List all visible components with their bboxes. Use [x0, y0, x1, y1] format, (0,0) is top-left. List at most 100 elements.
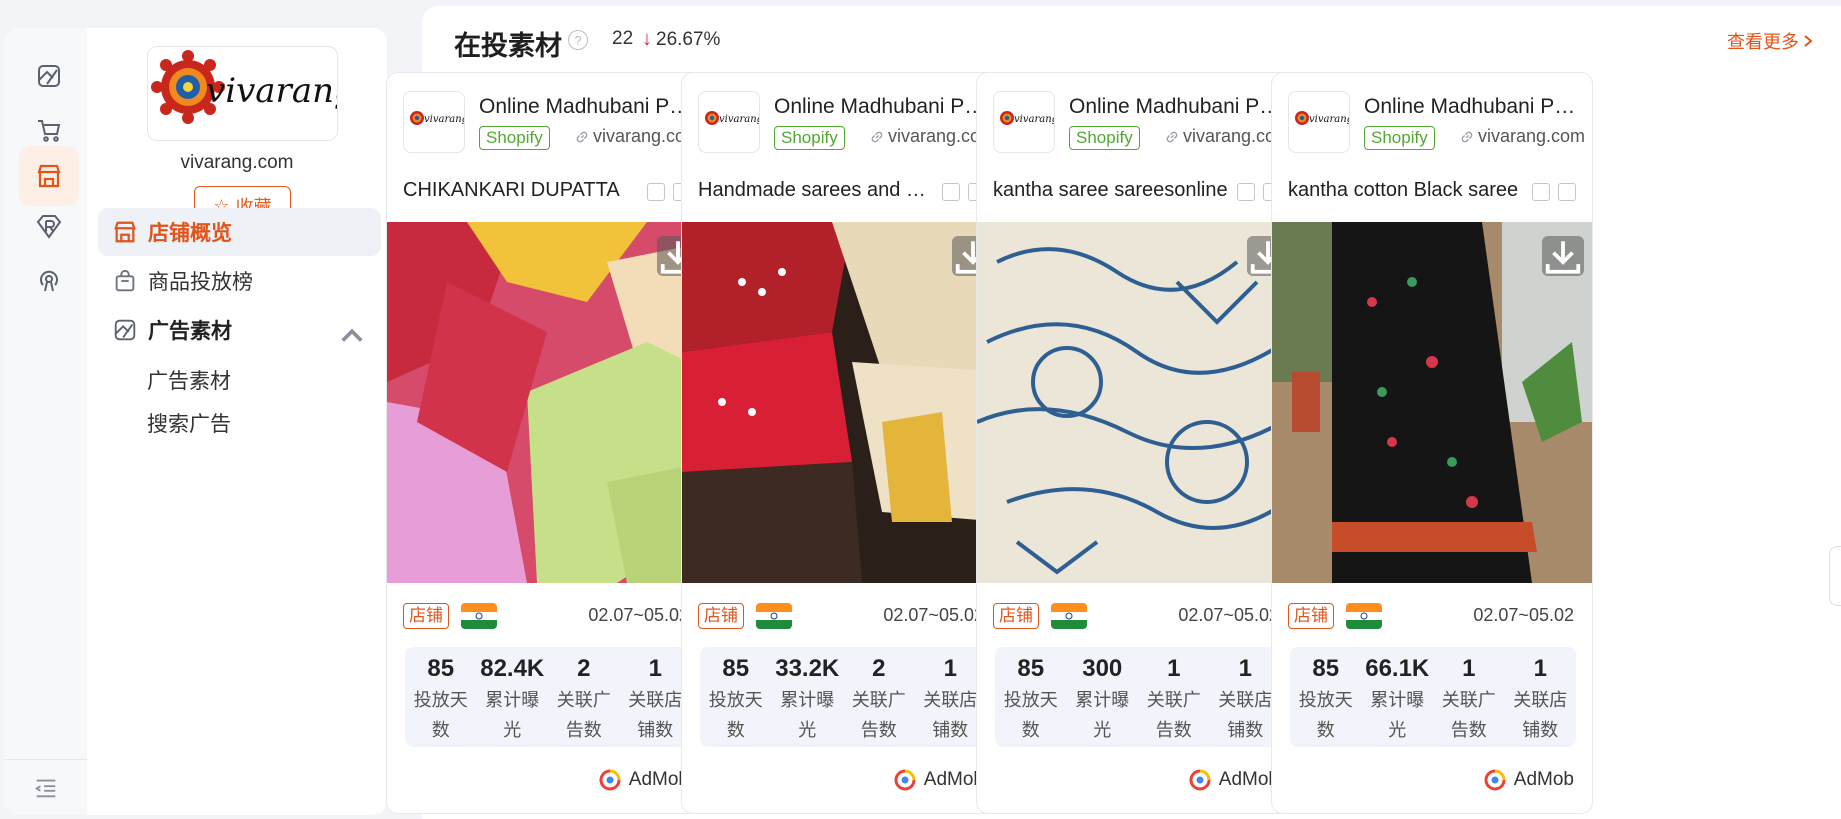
rail-ad-creative[interactable]	[19, 46, 79, 106]
stat-label: 关联店铺数	[923, 690, 978, 740]
creative-media[interactable]	[682, 222, 1002, 583]
creative-actions	[1532, 183, 1576, 201]
stat-label: 关联广告数	[1441, 690, 1496, 740]
shop-logo: vivarang	[403, 91, 465, 153]
shop-logo-image: vivarang	[1000, 111, 1055, 125]
date-range: 02.07~05.02	[1473, 605, 1574, 625]
shop-logo-image: vivarang	[1295, 111, 1349, 125]
stat-item: 33.2K 累计曝光	[772, 647, 844, 747]
nav-sub-search-ads[interactable]: 搜索广告	[147, 408, 231, 438]
stat-value: 2	[577, 655, 591, 682]
rail-brand[interactable]	[19, 196, 79, 256]
creative-title: Handmade sarees and more	[698, 179, 933, 201]
shop-name[interactable]: Online Madhubani Painting	[1364, 95, 1579, 119]
creative-card[interactable]: vivarang Online Madhubani Painting Shopi…	[386, 72, 708, 814]
nav-ad-creatives[interactable]: 广告素材	[98, 306, 381, 354]
stats-panel: 85 投放天数 82.4K 累计曝光 2 关联广告数 1 关联店铺数	[405, 647, 691, 747]
translate-icon[interactable]	[1558, 183, 1576, 201]
date-range: 02.07~05.02	[883, 605, 984, 625]
svg-text:vivarang: vivarang	[719, 114, 760, 125]
stat-item: 1 关联广告数	[1433, 647, 1505, 747]
stat-label: 投放天数	[1003, 690, 1058, 740]
india-flag-icon	[1051, 603, 1087, 629]
stat-value: 82.4K	[480, 655, 545, 682]
change-value: 26.67%	[656, 28, 721, 50]
stat-value: 66.1K	[1365, 655, 1430, 682]
stat-item: 85 投放天数	[1290, 647, 1362, 747]
brand-icon	[36, 215, 62, 239]
shop-logo-image: vivarang	[410, 111, 464, 125]
side-drawer-handle[interactable]	[1829, 546, 1841, 606]
stat-value: 300	[1082, 655, 1123, 682]
link-icon	[576, 131, 588, 142]
stat-label: 关联店铺数	[628, 690, 683, 740]
stat-item: 2 关联广告数	[548, 647, 620, 747]
collapse-icon	[34, 779, 55, 797]
platform-badge: Shopify	[1364, 126, 1435, 150]
shop-name[interactable]: Online Madhubani Painting	[1069, 95, 1284, 119]
section-title: 在投素材	[454, 31, 562, 61]
shop-name[interactable]: Online Madhubani Painting	[774, 95, 989, 119]
creative-media[interactable]	[1272, 222, 1592, 583]
ad-creative-icon	[38, 65, 60, 87]
download-icon	[1545, 240, 1581, 274]
svg-text:vivarang: vivarang	[1014, 114, 1055, 125]
store-icon	[37, 164, 61, 188]
nav-label: 广告素材	[148, 320, 232, 343]
help-icon[interactable]: ?	[568, 30, 588, 50]
date-range: 02.07~05.02	[1178, 605, 1279, 625]
shopping-bag-icon	[115, 269, 135, 292]
stat-label: 累计曝光	[1370, 690, 1425, 740]
stat-label: 投放天数	[413, 690, 468, 740]
rail-collapse[interactable]	[4, 759, 87, 815]
creative-media[interactable]	[387, 222, 707, 583]
ad-network-name: AdMob	[628, 769, 689, 790]
rail-broadcast[interactable]	[19, 250, 79, 310]
nav-label: 商品投放榜	[148, 271, 253, 294]
creative-title: CHIKANKARI DUPATTA	[403, 179, 620, 201]
type-tag: 店铺	[403, 603, 449, 629]
copy-icon[interactable]	[1237, 183, 1255, 201]
ad-network: AdMob	[1484, 769, 1574, 791]
link-icon	[1461, 131, 1473, 142]
chevron-right-icon	[1804, 35, 1813, 47]
nav-product-ranking[interactable]: 商品投放榜	[98, 257, 381, 305]
download-button[interactable]	[1542, 236, 1584, 276]
shop-name[interactable]: Online Madhubani Painting	[479, 95, 694, 119]
copy-icon[interactable]	[1532, 183, 1550, 201]
cart-icon	[38, 120, 61, 142]
stat-item: 1 关联店铺数	[1505, 647, 1577, 747]
shop-link[interactable]: vivarang.com	[1460, 126, 1585, 147]
shop-link-text: vivarang.com	[1477, 126, 1585, 146]
see-more-label: 查看更多	[1727, 32, 1799, 52]
store-logo: vivarang	[147, 46, 338, 141]
nav-sub-ad-creatives[interactable]: 广告素材	[147, 365, 231, 395]
stat-label: 关联广告数	[851, 690, 906, 740]
see-more-link[interactable]: 查看更多	[1727, 28, 1813, 54]
stat-value: 33.2K	[775, 655, 840, 682]
admob-icon	[1189, 769, 1211, 791]
copy-icon[interactable]	[647, 183, 665, 201]
admob-icon	[599, 769, 621, 791]
stat-value: 2	[872, 655, 886, 682]
shop-logo: vivarang	[1288, 91, 1350, 153]
arrow-down-icon: ↓	[642, 28, 652, 50]
shop-logo: vivarang	[698, 91, 760, 153]
copy-icon[interactable]	[942, 183, 960, 201]
nav-label: 店铺概览	[148, 222, 232, 245]
nav-store-overview[interactable]: 店铺概览	[98, 208, 381, 256]
creative-media[interactable]	[977, 222, 1297, 583]
creative-card[interactable]: vivarang Online Madhubani Painting Shopi…	[681, 72, 1003, 814]
creative-card[interactable]: vivarang Online Madhubani Painting Shopi…	[976, 72, 1298, 814]
stat-item: 66.1K 累计曝光	[1362, 647, 1434, 747]
stats-panel: 85 投放天数 300 累计曝光 1 关联广告数 1 关联店铺数	[995, 647, 1281, 747]
stat-value: 85	[1017, 655, 1045, 682]
stat-label: 关联广告数	[556, 690, 611, 740]
creative-card[interactable]: vivarang Online Madhubani Painting Shopi…	[1271, 72, 1593, 814]
stat-item: 300 累计曝光	[1067, 647, 1139, 747]
stat-label: 累计曝光	[485, 690, 540, 740]
stat-label: 投放天数	[708, 690, 763, 740]
platform-badge: Shopify	[774, 126, 845, 150]
stat-item: 85 投放天数	[405, 647, 477, 747]
stat-value: 85	[427, 655, 455, 682]
